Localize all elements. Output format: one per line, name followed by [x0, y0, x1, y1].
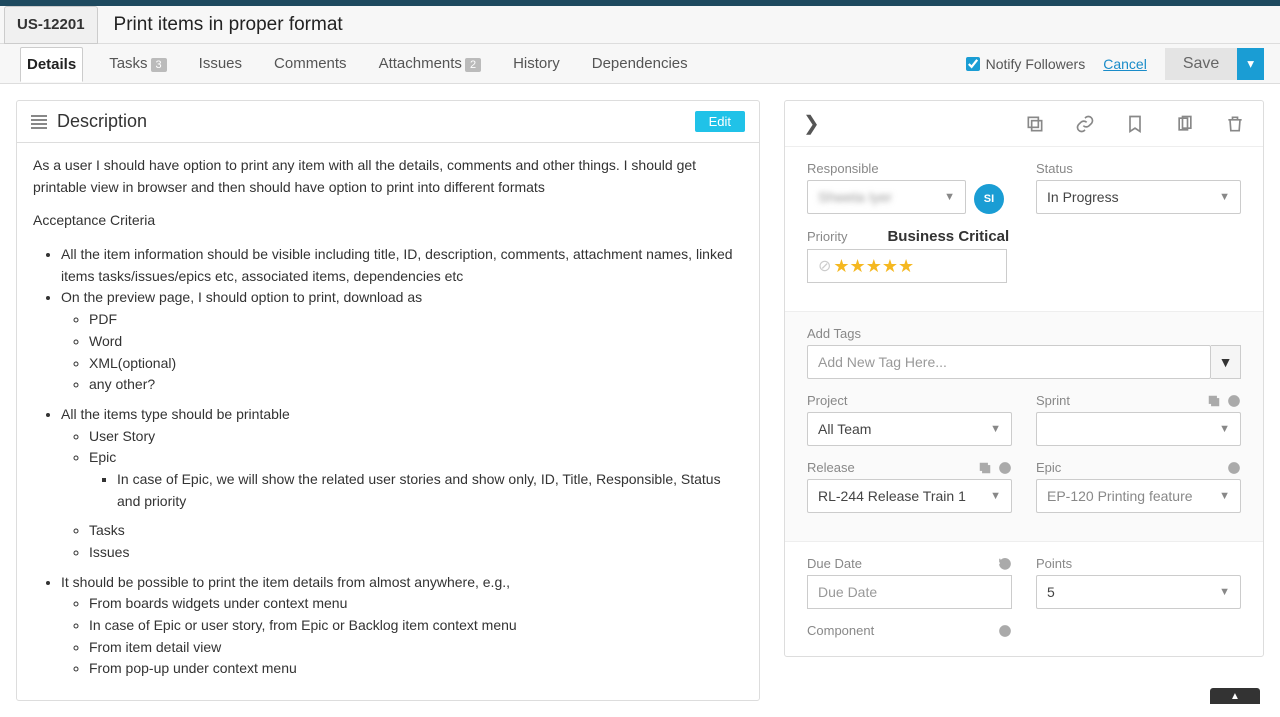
list-item: PDF — [89, 309, 743, 331]
tab-dependencies[interactable]: Dependencies — [586, 47, 694, 80]
release-select[interactable]: RL-244 Release Train 1▼ — [807, 479, 1012, 513]
star-icon: ★ — [866, 256, 882, 277]
list-item: Tasks — [89, 520, 743, 542]
tags-input[interactable]: Add New Tag Here... — [807, 345, 1211, 379]
avatar[interactable]: SI — [974, 184, 1004, 214]
tags-label: Add Tags — [807, 326, 1241, 341]
cancel-link[interactable]: Cancel — [1103, 56, 1147, 72]
priority-stars[interactable]: ⊘ ★ ★ ★ ★ ★ — [807, 249, 1007, 283]
release-label: Release — [807, 460, 1012, 475]
due-date-input[interactable]: Due Date — [807, 575, 1012, 609]
description-intro: As a user I should have option to print … — [33, 155, 743, 198]
list-item: From pop-up under context menu — [89, 658, 743, 680]
list-item: It should be possible to print the item … — [61, 572, 743, 680]
tab-tasks[interactable]: Tasks3 — [103, 47, 172, 80]
expand-icon[interactable]: ❯ — [803, 111, 820, 136]
tasks-badge: 3 — [151, 58, 167, 72]
priority-label: Priority — [807, 229, 847, 244]
item-title: Print items in proper format — [114, 14, 343, 36]
responsible-label: Responsible — [807, 161, 1012, 176]
project-label: Project — [807, 393, 1012, 408]
list-item: In case of Epic or user story, from Epic… — [89, 615, 743, 637]
tab-history[interactable]: History — [507, 47, 566, 80]
acceptance-criteria-label: Acceptance Criteria — [33, 210, 743, 232]
list-item: On the preview page, I should option to … — [61, 287, 743, 395]
notify-checkbox[interactable] — [966, 57, 980, 71]
star-icon: ★ — [898, 256, 914, 277]
plus-icon[interactable] — [998, 624, 1012, 638]
list-item: In case of Epic, we will show the relate… — [117, 469, 743, 512]
points-label: Points — [1036, 556, 1241, 571]
status-value: In Progress — [1047, 189, 1119, 205]
due-date-label: Due Date — [807, 556, 1012, 571]
item-id: US-12201 — [17, 16, 85, 33]
status-label: Status — [1036, 161, 1241, 176]
epic-label: Epic — [1036, 460, 1241, 475]
list-item: Issues — [89, 542, 743, 564]
plus-icon[interactable] — [998, 461, 1012, 475]
popout-icon[interactable] — [1207, 394, 1221, 408]
responsible-select[interactable]: Shweta Iyer▼ — [807, 180, 966, 214]
tab-attachments[interactable]: Attachments2 — [373, 47, 488, 80]
star-icon: ★ — [833, 256, 849, 277]
points-select[interactable]: 5▼ — [1036, 575, 1241, 609]
description-panel: Description Edit As a user I should have… — [16, 100, 760, 701]
properties-panel: ❯ Responsible Shweta Iyer▼ SI — [784, 100, 1264, 657]
list-item: From item detail view — [89, 637, 743, 659]
priority-text: Business Critical — [887, 228, 1009, 245]
trash-icon[interactable] — [1225, 114, 1245, 134]
bookmark-icon[interactable] — [1125, 114, 1145, 134]
epic-select[interactable]: EP-120 Printing feature▼ — [1036, 479, 1241, 513]
list-item: User Story — [89, 426, 743, 448]
tab-details[interactable]: Details — [20, 47, 83, 82]
plus-icon[interactable] — [1227, 461, 1241, 475]
star-icon: ★ — [882, 256, 898, 277]
description-heading: Description — [57, 111, 147, 132]
duplicate-icon[interactable] — [1175, 114, 1195, 134]
notify-followers[interactable]: Notify Followers — [966, 56, 1086, 72]
edit-button[interactable]: Edit — [695, 111, 745, 132]
tags-dropdown[interactable]: ▼ — [1211, 345, 1241, 379]
list-item: Epic In case of Epic, we will show the r… — [89, 447, 743, 512]
sprint-label: Sprint — [1036, 393, 1241, 408]
list-item: From boards widgets under context menu — [89, 593, 743, 615]
list-item: All the item information should be visib… — [61, 244, 743, 287]
drag-handle-icon[interactable] — [31, 115, 47, 129]
component-label: Component — [807, 623, 1012, 638]
list-item: Word — [89, 331, 743, 353]
save-button[interactable]: Save — [1165, 48, 1237, 80]
attachments-badge: 2 — [465, 58, 481, 72]
reset-icon[interactable] — [998, 557, 1012, 571]
bottom-drawer-toggle[interactable]: ▲ — [1210, 688, 1260, 704]
description-body: As a user I should have option to print … — [17, 143, 759, 700]
popout-icon[interactable] — [978, 461, 992, 475]
list-item: XML(optional) — [89, 353, 743, 375]
header: US-12201 Print items in proper format — [0, 6, 1280, 44]
link-icon[interactable] — [1075, 114, 1095, 134]
sprint-select[interactable]: ▼ — [1036, 412, 1241, 446]
no-priority-icon: ⊘ — [818, 256, 831, 276]
star-icon: ★ — [850, 256, 866, 277]
project-select[interactable]: All Team▼ — [807, 412, 1012, 446]
tab-issues[interactable]: Issues — [193, 47, 248, 80]
list-item: any other? — [89, 374, 743, 396]
responsible-value: Shweta Iyer — [818, 189, 892, 205]
copy-icon[interactable] — [1025, 114, 1045, 134]
item-id-pill[interactable]: US-12201 — [4, 6, 98, 44]
save-dropdown[interactable]: ▾ — [1237, 48, 1264, 80]
list-item: All the items type should be printable U… — [61, 404, 743, 564]
plus-icon[interactable] — [1227, 394, 1241, 408]
status-select[interactable]: In Progress▼ — [1036, 180, 1241, 214]
tab-bar: Details Tasks3 Issues Comments Attachmen… — [0, 44, 1280, 84]
tab-comments[interactable]: Comments — [268, 47, 353, 80]
